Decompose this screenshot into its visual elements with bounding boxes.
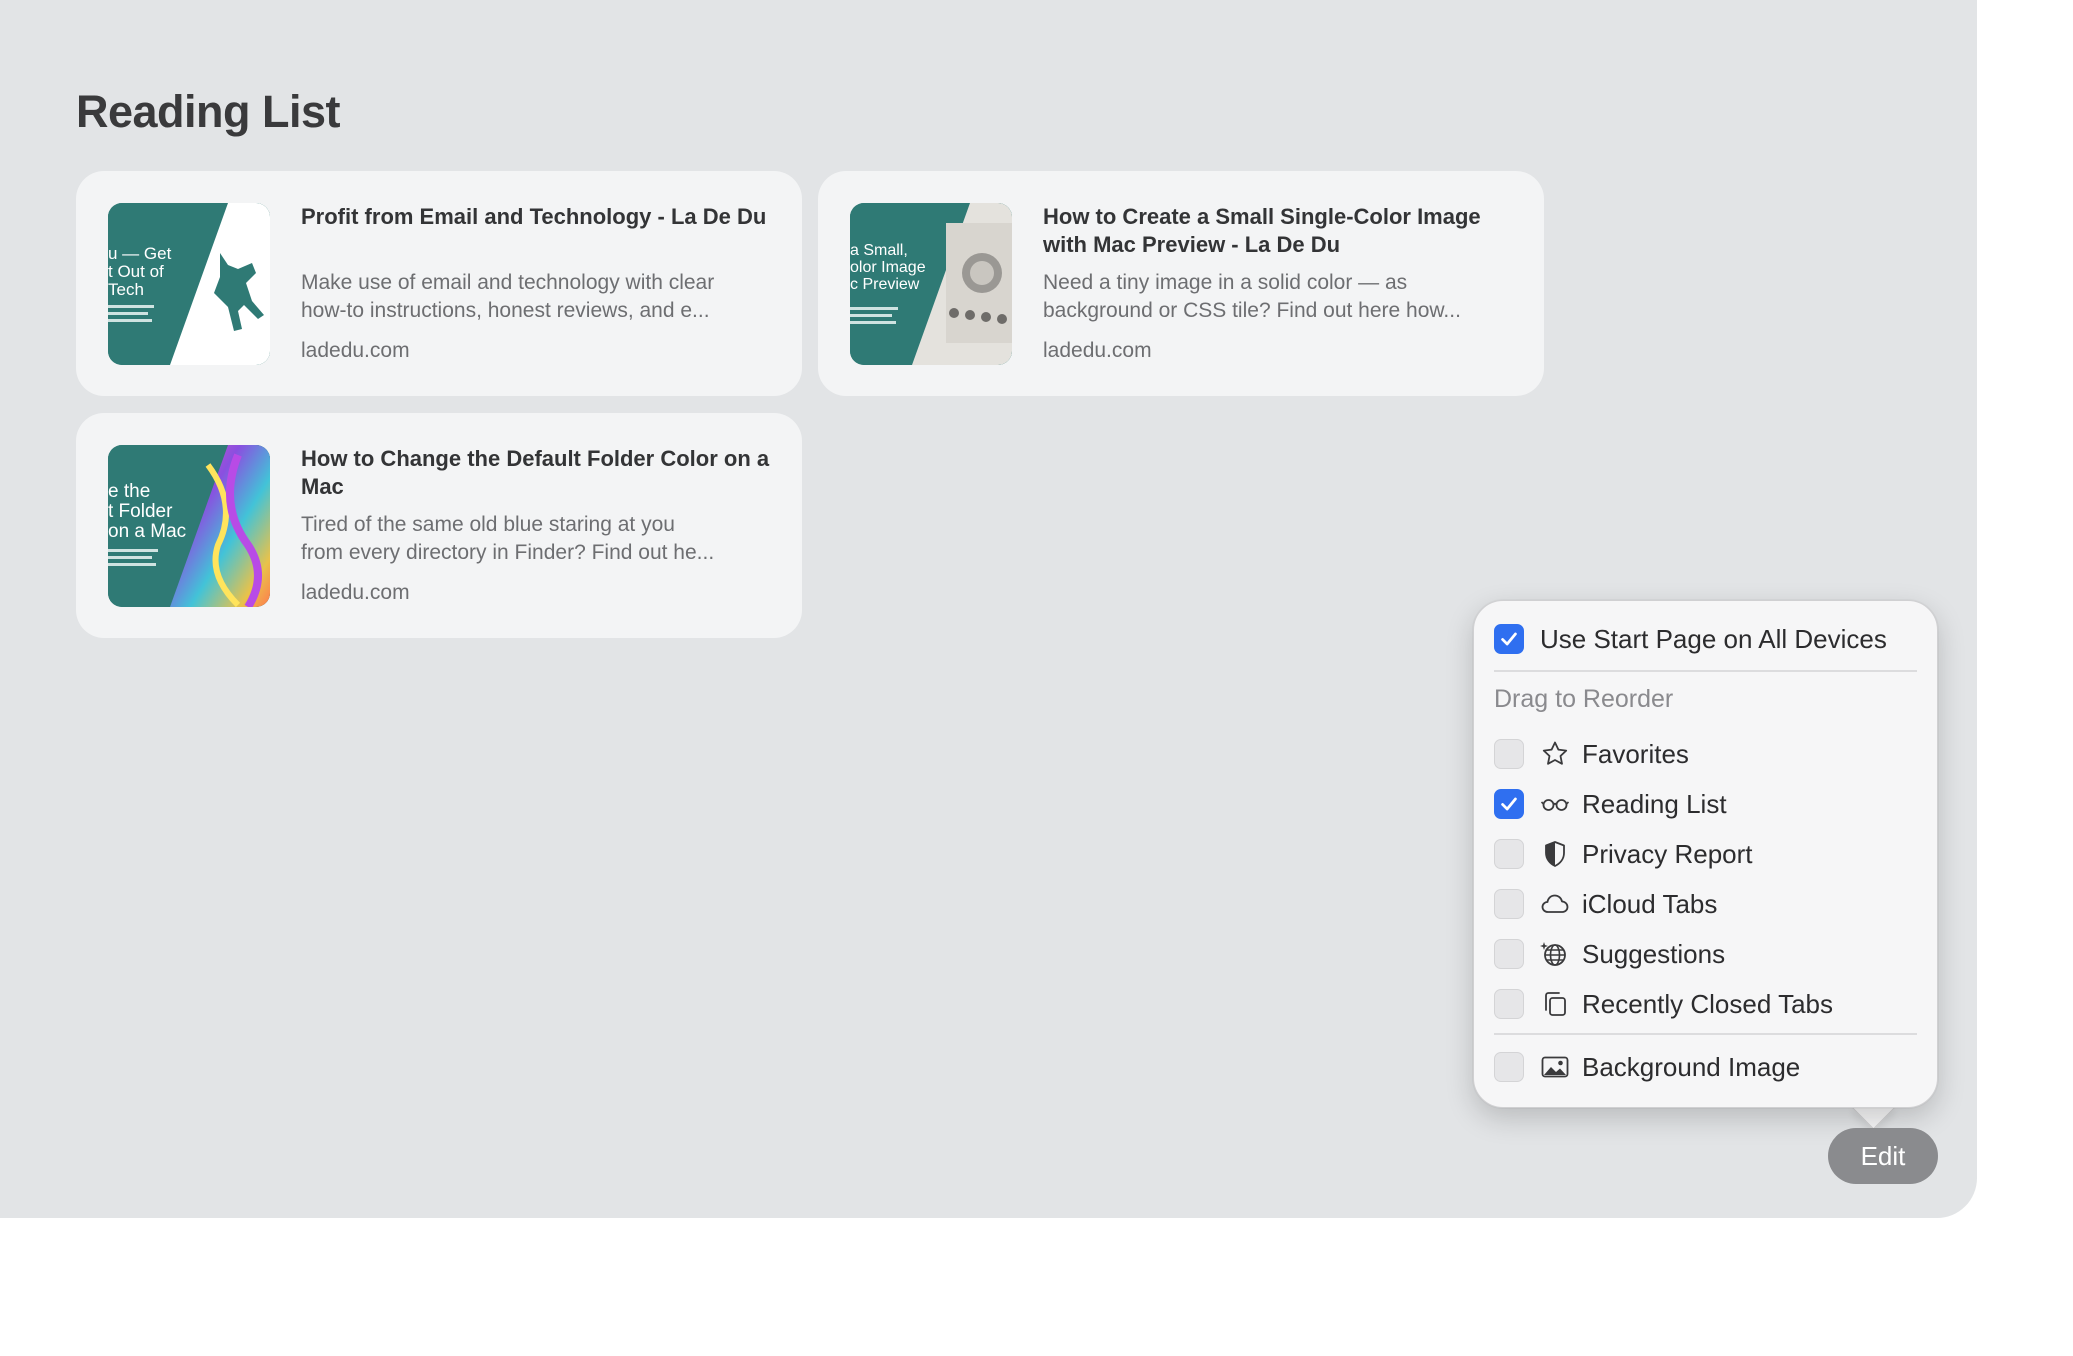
thumb-caption-1: a Small, xyxy=(850,242,908,259)
privacy-report-label: Privacy Report xyxy=(1582,838,1753,869)
reading-list-item[interactable]: a Small, olor Image c Preview How to Cre… xyxy=(818,171,1544,396)
article-domain: ladedu.com xyxy=(301,581,410,604)
reading-list-item[interactable]: e the t Folder on a Mac How to Change th… xyxy=(76,413,802,638)
article-thumbnail: a Small, olor Image c Preview xyxy=(850,203,1012,365)
option-privacy-report[interactable]: Privacy Report xyxy=(1494,836,1753,872)
article-description-line-1: Make use of email and technology with cl… xyxy=(301,271,715,294)
article-thumbnail: e the t Folder on a Mac xyxy=(108,445,270,607)
suggestions-checkbox[interactable] xyxy=(1494,939,1524,969)
article-description: Need a tiny image in a solid color — as … xyxy=(1043,269,1523,325)
article-description-line-2: from every directory in Finder? Find out… xyxy=(301,541,715,564)
divider xyxy=(1494,670,1917,672)
favorites-label: Favorites xyxy=(1582,738,1689,769)
tabs-icon xyxy=(1538,987,1572,1021)
thumb-caption-3: c Preview xyxy=(850,276,920,293)
background-image-label: Background Image xyxy=(1582,1051,1801,1082)
reading-list-checkbox[interactable] xyxy=(1494,789,1524,819)
article-description-line-1: Tired of the same old blue staring at yo… xyxy=(301,513,675,536)
recently-closed-tabs-label: Recently Closed Tabs xyxy=(1582,988,1833,1019)
thumb-caption-3: on a Mac xyxy=(108,521,186,542)
globe-icon xyxy=(1538,937,1572,971)
thumb-caption-2: olor Image xyxy=(850,259,926,276)
edit-button[interactable]: Edit xyxy=(1828,1128,1938,1184)
option-all-devices[interactable]: Use Start Page on All Devices xyxy=(1494,621,1887,657)
article-description-line-1: Need a tiny image in a solid color — as xyxy=(1043,271,1408,294)
article-title: Profit from Email and Technology - La De… xyxy=(301,204,767,229)
privacy-report-checkbox[interactable] xyxy=(1494,839,1524,869)
start-page-customize-popover: Use Start Page on All Devices Drag to Re… xyxy=(1473,600,1938,1108)
thumb-caption-2: t Out of xyxy=(108,262,164,281)
option-recently-closed-tabs[interactable]: Recently Closed Tabs xyxy=(1494,986,1833,1022)
thumb-caption-1: e the xyxy=(108,481,150,502)
checkmark-icon xyxy=(1501,632,1517,646)
cloud-icon xyxy=(1538,887,1572,921)
icloud-tabs-label: iCloud Tabs xyxy=(1582,888,1718,919)
thumb-caption-1: u — Get xyxy=(108,244,172,263)
icloud-tabs-checkbox[interactable] xyxy=(1494,889,1524,919)
article-description: Make use of email and technology with cl… xyxy=(301,269,781,325)
reorder-heading: Drag to Reorder xyxy=(1494,685,1674,713)
article-description-line-2: background or CSS tile? Find out here ho… xyxy=(1043,299,1461,322)
article-title: How to Create a Small Single-Color Image… xyxy=(1043,204,1481,257)
star-icon xyxy=(1538,737,1572,771)
article-thumbnail: u — Get t Out of Tech xyxy=(108,203,270,365)
option-reading-list[interactable]: Reading List xyxy=(1494,786,1727,822)
reading-list-item[interactable]: u — Get t Out of Tech Profit from Email … xyxy=(76,171,802,396)
section-title: Reading List xyxy=(76,86,341,137)
shield-icon xyxy=(1538,837,1572,871)
all-devices-checkbox[interactable] xyxy=(1494,624,1524,654)
photo-icon xyxy=(1538,1050,1572,1084)
option-background-image[interactable]: Background Image xyxy=(1494,1049,1800,1085)
recently-closed-tabs-checkbox[interactable] xyxy=(1494,989,1524,1019)
thumb-caption-2: t Folder xyxy=(108,501,173,522)
background-image-checkbox[interactable] xyxy=(1494,1052,1524,1082)
option-icloud-tabs[interactable]: iCloud Tabs xyxy=(1494,886,1717,922)
article-domain: ladedu.com xyxy=(301,339,410,362)
article-domain: ladedu.com xyxy=(1043,339,1152,362)
article-description-line-2: how-to instructions, honest reviews, and… xyxy=(301,299,710,322)
checkmark-icon xyxy=(1501,797,1517,811)
article-title: How to Change the Default Folder Color o… xyxy=(301,446,770,499)
divider xyxy=(1494,1033,1917,1035)
favorites-checkbox[interactable] xyxy=(1494,739,1524,769)
option-favorites[interactable]: Favorites xyxy=(1494,736,1689,772)
option-suggestions[interactable]: Suggestions xyxy=(1494,936,1725,972)
glasses-icon xyxy=(1538,787,1572,821)
all-devices-label: Use Start Page on All Devices xyxy=(1540,623,1887,654)
thumb-caption-3: Tech xyxy=(108,280,144,299)
article-description: Tired of the same old blue staring at yo… xyxy=(301,511,781,567)
suggestions-label: Suggestions xyxy=(1582,938,1726,969)
reading-list-label: Reading List xyxy=(1582,788,1727,819)
